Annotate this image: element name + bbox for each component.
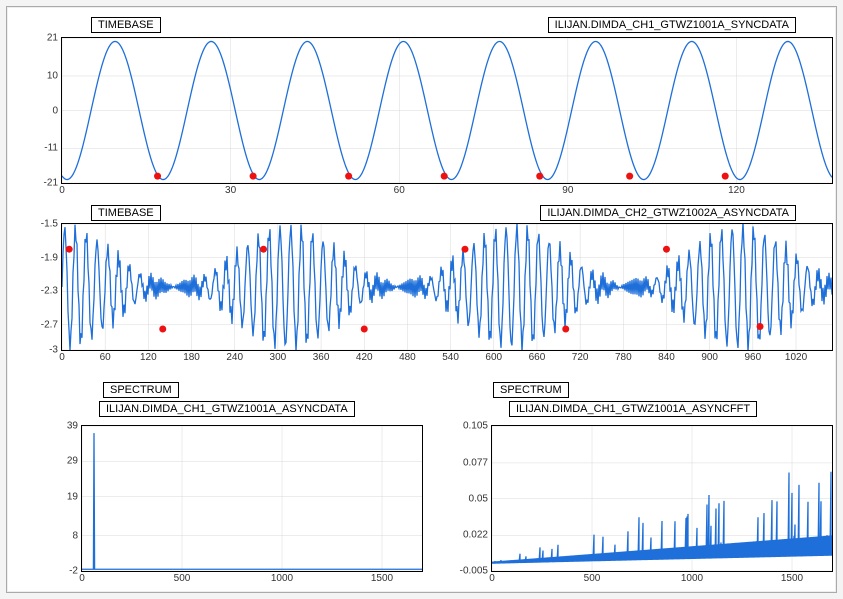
- data-series: [492, 472, 832, 564]
- chart-canvas: [62, 38, 832, 183]
- y-tick-label: -21: [44, 178, 62, 189]
- data-series: [82, 433, 422, 569]
- y-tick-label: 0.022: [463, 530, 492, 541]
- x-tick-label: 1500: [371, 571, 393, 584]
- x-tick-label: 540: [442, 350, 459, 363]
- y-tick-label: -1.5: [41, 219, 62, 230]
- x-tick-label: 660: [529, 350, 546, 363]
- marker-dot: [626, 173, 633, 180]
- y-tick-label: 39: [67, 421, 82, 432]
- x-tick-label: 60: [394, 183, 405, 196]
- y-tick-label: -3: [49, 345, 62, 356]
- y-tick-label: -2.3: [41, 286, 62, 297]
- x-tick-label: 900: [701, 350, 718, 363]
- chart1-title: TIMEBASE: [91, 17, 161, 33]
- x-tick-label: 1000: [271, 571, 293, 584]
- chart4-plot[interactable]: 050010001500-0.0050.0220.050.0770.105: [491, 425, 833, 572]
- marker-dot: [536, 173, 543, 180]
- chart3-plot[interactable]: 050010001500-28192939: [81, 425, 423, 572]
- chart1-plot[interactable]: 0306090120-21-1101021: [61, 37, 833, 184]
- chart2-plot[interactable]: 0601201802403003604204805406006607207808…: [61, 223, 833, 351]
- y-tick-label: -11: [44, 143, 62, 154]
- chart-canvas: [62, 224, 832, 350]
- chart2-title: TIMEBASE: [91, 205, 161, 221]
- x-tick-label: 500: [584, 571, 601, 584]
- x-tick-label: 1500: [781, 571, 803, 584]
- chart3-title: SPECTRUM: [103, 382, 179, 398]
- chart4-title: SPECTRUM: [493, 382, 569, 398]
- marker-dot: [345, 173, 352, 180]
- x-tick-label: 90: [562, 183, 573, 196]
- chart-timebase-ch1: TIMEBASE ILIJAN.DIMDA_CH1_GTWZ1001A_SYNC…: [61, 17, 831, 197]
- marker-dot: [66, 246, 73, 253]
- x-tick-label: 180: [183, 350, 200, 363]
- chart3-legend: ILIJAN.DIMDA_CH1_GTWZ1001A_ASYNCDATA: [99, 401, 355, 417]
- y-tick-label: 29: [67, 456, 82, 467]
- marker-dot: [159, 326, 166, 333]
- x-tick-label: 500: [174, 571, 191, 584]
- marker-dot: [361, 326, 368, 333]
- marker-dot: [441, 173, 448, 180]
- x-tick-label: 120: [140, 350, 157, 363]
- marker-dot: [757, 323, 764, 330]
- y-tick-label: 19: [67, 491, 82, 502]
- x-tick-label: 120: [728, 183, 745, 196]
- chart-spectrum-asyncfft: SPECTRUM ILIJAN.DIMDA_CH1_GTWZ1001A_ASYN…: [491, 377, 831, 587]
- marker-dot: [663, 246, 670, 253]
- x-tick-label: 420: [356, 350, 373, 363]
- x-tick-label: 780: [615, 350, 632, 363]
- y-tick-label: 8: [72, 530, 82, 541]
- y-tick-label: 0.105: [463, 421, 492, 432]
- y-tick-label: -0.005: [460, 566, 492, 577]
- data-series: [62, 224, 832, 350]
- y-tick-label: 0.077: [463, 457, 492, 468]
- marker-dot: [461, 246, 468, 253]
- x-tick-label: 360: [313, 350, 330, 363]
- x-tick-label: 300: [270, 350, 287, 363]
- x-tick-label: 60: [100, 350, 111, 363]
- marker-dot: [722, 173, 729, 180]
- x-tick-label: 240: [226, 350, 243, 363]
- chart4-legend: ILIJAN.DIMDA_CH1_GTWZ1001A_ASYNCFFT: [509, 401, 757, 417]
- x-tick-label: 1020: [785, 350, 807, 363]
- chart-timebase-ch2: TIMEBASE ILIJAN.DIMDA_CH2_GTWZ1002A_ASYN…: [61, 205, 831, 365]
- y-tick-label: -2: [69, 566, 82, 577]
- y-tick-label: -2.7: [41, 319, 62, 330]
- x-tick-label: 480: [399, 350, 416, 363]
- x-tick-label: 720: [572, 350, 589, 363]
- marker-dot: [250, 173, 257, 180]
- y-tick-label: -1.9: [41, 252, 62, 263]
- marker-dot: [260, 246, 267, 253]
- x-tick-label: 600: [485, 350, 502, 363]
- x-tick-label: 840: [658, 350, 675, 363]
- chart-canvas: [492, 426, 832, 571]
- y-tick-label: 21: [47, 33, 62, 44]
- chart-canvas: [82, 426, 422, 571]
- chart1-legend: ILIJAN.DIMDA_CH1_GTWZ1001A_SYNCDATA: [548, 17, 796, 33]
- chart-spectrum-asyncdata: SPECTRUM ILIJAN.DIMDA_CH1_GTWZ1001A_ASYN…: [81, 377, 421, 587]
- x-tick-label: 1000: [681, 571, 703, 584]
- y-tick-label: 0: [52, 105, 62, 116]
- y-tick-label: 0.05: [469, 493, 492, 504]
- marker-dot: [562, 326, 569, 333]
- y-tick-label: 10: [47, 70, 62, 81]
- main-panel: TIMEBASE ILIJAN.DIMDA_CH1_GTWZ1001A_SYNC…: [6, 6, 837, 593]
- x-tick-label: 30: [225, 183, 236, 196]
- chart2-legend: ILIJAN.DIMDA_CH2_GTWZ1002A_ASYNCDATA: [540, 205, 796, 221]
- marker-dot: [154, 173, 161, 180]
- x-tick-label: 960: [744, 350, 761, 363]
